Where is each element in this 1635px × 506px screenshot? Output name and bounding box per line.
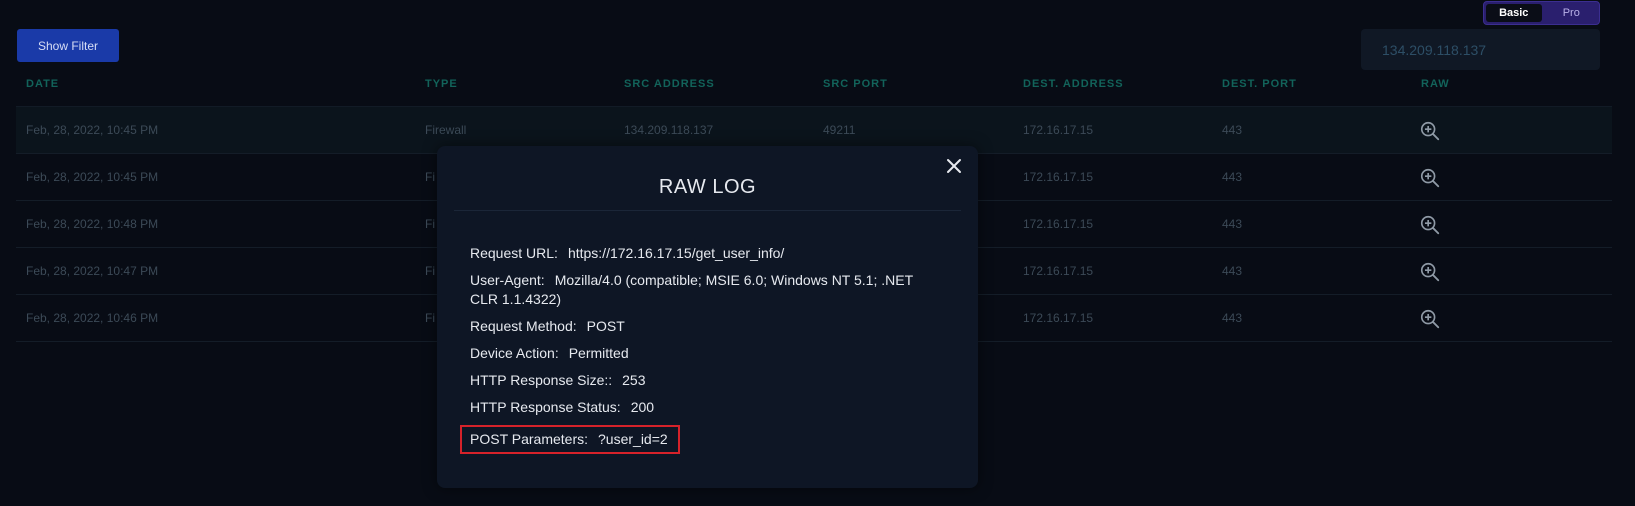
header-src-address: SRC ADDRESS — [624, 78, 715, 90]
zoom-in-icon[interactable] — [1419, 214, 1441, 236]
modal-divider — [454, 210, 961, 211]
log-value: https://172.16.17.15/get_user_info/ — [567, 245, 785, 261]
raw-log-modal: RAW LOG Request URL: https://172.16.17.15… — [437, 146, 978, 488]
table-header: DATE TYPE SRC ADDRESS SRC PORT DEST. ADD… — [16, 70, 1612, 107]
cell-dest-port: 443 — [1222, 217, 1243, 231]
zoom-in-icon[interactable] — [1419, 308, 1441, 330]
log-device-action: Device Action: Permitted — [470, 344, 940, 363]
header-dest-address: DEST. ADDRESS — [1023, 78, 1124, 90]
cell-dest-address: 172.16.17.15 — [1023, 311, 1094, 325]
header-dest-port: DEST. PORT — [1222, 78, 1297, 90]
log-value: 253 — [622, 372, 646, 388]
cell-dest-port: 443 — [1222, 311, 1243, 325]
show-filter-button[interactable]: Show Filter — [17, 29, 119, 62]
log-key: User-Agent: — [470, 272, 545, 288]
log-http-response-size: HTTP Response Size:: 253 — [470, 371, 940, 390]
cell-dest-address: 172.16.17.15 — [1023, 217, 1094, 231]
header-date: DATE — [26, 78, 60, 90]
header-raw: RAW — [1421, 78, 1450, 90]
zoom-in-icon[interactable] — [1419, 167, 1441, 189]
mode-toggle[interactable]: Basic Pro — [1483, 1, 1600, 25]
log-request-url: Request URL: https://172.16.17.15/get_use… — [470, 244, 940, 263]
cell-date: Feb, 28, 2022, 10:47 PM — [26, 264, 159, 278]
zoom-in-icon[interactable] — [1419, 261, 1441, 283]
cell-dest-port: 443 — [1222, 170, 1243, 184]
log-user-agent: User-Agent: Mozilla/4.0 (compatible; MSIE… — [470, 271, 940, 309]
mode-basic-option[interactable]: Basic — [1486, 4, 1542, 22]
log-http-response-status: HTTP Response Status: 200 — [470, 398, 940, 417]
cell-date: Feb, 28, 2022, 10:45 PM — [26, 123, 159, 137]
log-value: 200 — [630, 399, 655, 415]
log-value: ?user_id=2 — [598, 431, 668, 447]
log-key: POST Parameters: — [470, 431, 589, 447]
cell-type: Fi — [425, 311, 435, 325]
header-type: TYPE — [425, 78, 458, 90]
cell-date: Feb, 28, 2022, 10:45 PM — [26, 170, 159, 184]
highlight-box: POST Parameters: ?user_id=2 — [460, 425, 680, 454]
log-key: Request URL: — [470, 245, 558, 261]
cell-dest-address: 172.16.17.15 — [1023, 264, 1094, 278]
log-value: POST — [586, 318, 625, 334]
log-key: HTTP Response Status: — [470, 399, 621, 415]
log-request-method: Request Method: POST — [470, 317, 940, 336]
log-key: HTTP Response Size:: — [470, 372, 613, 388]
cell-type: Fi — [425, 217, 435, 231]
cell-dest-port: 443 — [1222, 123, 1243, 137]
cell-date: Feb, 28, 2022, 10:48 PM — [26, 217, 159, 231]
cell-date: Feb, 28, 2022, 10:46 PM — [26, 311, 159, 325]
modal-title: RAW LOG — [658, 176, 757, 198]
log-value: Permitted — [568, 345, 629, 361]
mode-pro-option[interactable]: Pro — [1544, 2, 1600, 24]
ip-filter-field[interactable]: 134.209.118.137 — [1361, 29, 1600, 70]
log-post-parameters: POST Parameters: ?user_id=2 — [460, 425, 940, 454]
log-key: Device Action: — [470, 345, 559, 361]
cell-type: Fi — [425, 170, 435, 184]
cell-dest-address: 172.16.17.15 — [1023, 123, 1094, 137]
close-icon[interactable] — [944, 156, 964, 176]
zoom-in-icon[interactable] — [1419, 120, 1441, 142]
cell-type: Fi — [425, 264, 435, 278]
cell-dest-address: 172.16.17.15 — [1023, 170, 1094, 184]
log-key: Request Method: — [470, 318, 577, 334]
header-src-port: SRC PORT — [823, 78, 888, 90]
cell-dest-port: 443 — [1222, 264, 1243, 278]
log-details: Request URL: https://172.16.17.15/get_use… — [460, 244, 940, 462]
page: Basic Pro Show Filter 134.209.118.137 DA… — [0, 0, 1635, 506]
